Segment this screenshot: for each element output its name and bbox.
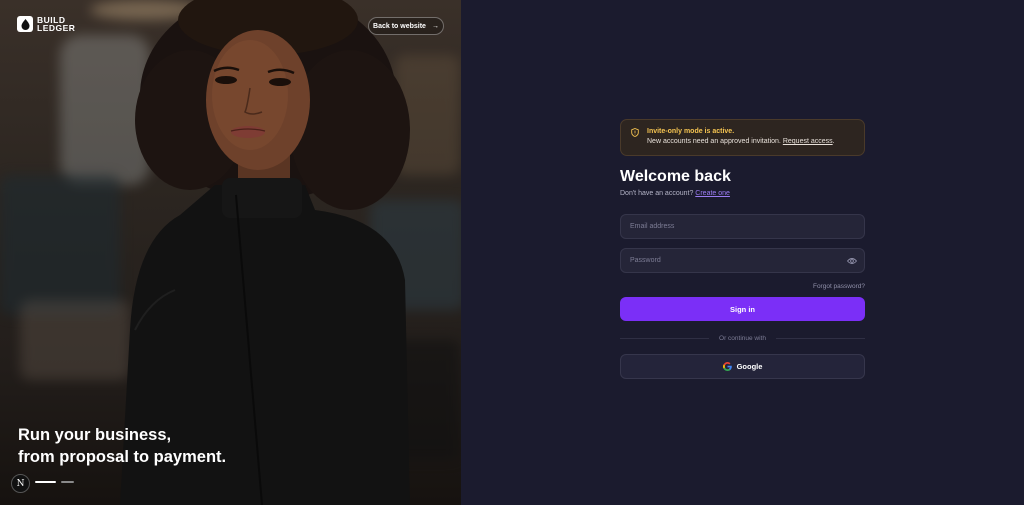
alert-body: New accounts need an approved invitation… [647, 136, 835, 147]
eye-icon[interactable] [847, 257, 857, 265]
password-placeholder: Password [630, 257, 661, 264]
hero-tagline: Run your business, from proposal to paym… [18, 424, 226, 468]
n-badge-icon[interactable]: N [11, 474, 30, 493]
google-sign-in-button[interactable]: Google [620, 354, 865, 379]
alert-title: Invite-only mode is active. [647, 128, 735, 135]
carousel-indicators [35, 481, 74, 483]
tagline-line-1: Run your business, [18, 426, 172, 444]
or-divider: Or continue with [620, 335, 865, 342]
forgot-password-link[interactable]: Forgot password? [620, 283, 865, 290]
invite-only-alert: Invite-only mode is active. New accounts… [620, 119, 865, 156]
hero-image: BUILD LEDGER Back to website → Run your … [0, 0, 461, 505]
carousel-dot[interactable] [61, 481, 74, 483]
arrow-right-icon: → [431, 22, 439, 30]
back-to-website-label: Back to website [373, 22, 426, 30]
logo-mark-icon [17, 16, 33, 32]
divider-label: Or continue with [719, 335, 766, 342]
no-account-text: Don't have an account? [620, 190, 694, 197]
sign-in-button[interactable]: Sign in [620, 297, 865, 321]
divider-line-right [775, 338, 865, 339]
login-panel: Invite-only mode is active. New accounts… [461, 0, 1024, 505]
google-icon [722, 362, 732, 371]
request-access-link[interactable]: Request access [783, 138, 833, 145]
alert-suffix: . [832, 138, 835, 145]
login-form: Invite-only mode is active. New accounts… [620, 119, 865, 379]
email-field[interactable]: Email address [620, 214, 865, 239]
divider-line-left [620, 338, 710, 339]
alert-body-text: New accounts need an approved invitation… [647, 138, 781, 145]
page-title: Welcome back [620, 168, 731, 185]
brand-logo[interactable]: BUILD LEDGER [17, 16, 75, 32]
brand-line2: LEDGER [37, 23, 76, 33]
signup-prompt: Don't have an account? Create one [620, 190, 865, 197]
google-button-label: Google [736, 362, 763, 371]
tagline-line-2: from proposal to payment. [18, 448, 227, 466]
back-to-website-button[interactable]: Back to website → [368, 17, 444, 35]
shield-icon [631, 128, 639, 137]
email-placeholder: Email address [630, 223, 675, 230]
create-account-link[interactable]: Create one [695, 190, 730, 197]
carousel-dot-active[interactable] [35, 481, 56, 483]
password-field[interactable]: Password [620, 248, 865, 273]
